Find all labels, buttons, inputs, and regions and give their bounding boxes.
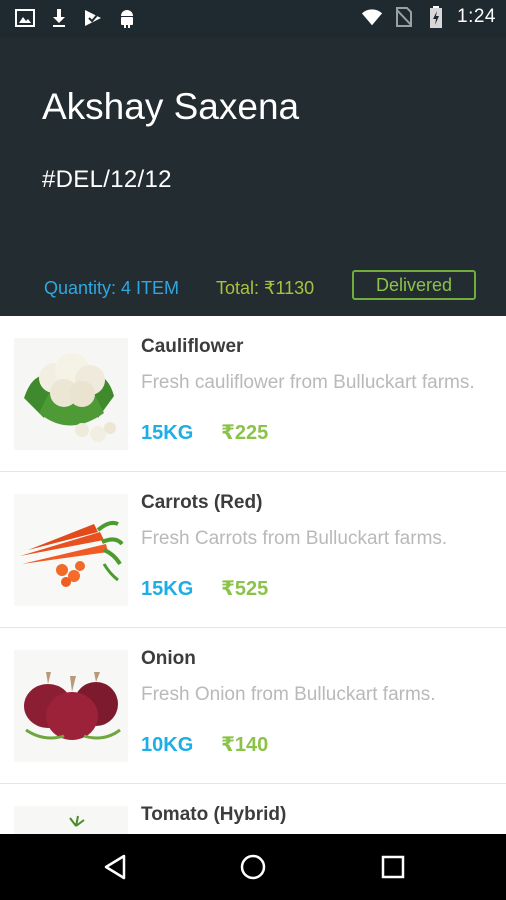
android-icon (116, 7, 138, 29)
order-total: Total: ₹1130 (216, 278, 315, 298)
item-quantity: 15KG (141, 578, 194, 600)
item-name: Carrots (Red) (141, 492, 263, 513)
list-item[interactable]: Onion Fresh Onion from Bulluckart farms.… (0, 628, 506, 784)
navigation-bar (0, 834, 506, 900)
notification-icons (14, 7, 138, 29)
order-quantity: Quantity: 4 ITEM (44, 278, 180, 298)
item-name: Onion (141, 648, 196, 669)
status-bar: 1:24 (0, 0, 506, 38)
item-description: Fresh cauliflower from Bulluckart farms. (141, 372, 475, 393)
item-name: Tomato (Hybrid) (141, 804, 287, 825)
system-icons: 1:24 (361, 6, 496, 28)
order-items-list[interactable]: Cauliflower Fresh cauliflower from Bullu… (0, 316, 506, 834)
item-price: ₹525 (221, 578, 269, 600)
list-item[interactable]: Cauliflower Fresh cauliflower from Bullu… (0, 316, 506, 472)
battery-charging-icon (425, 6, 447, 28)
item-quantity: 15KG (141, 422, 194, 444)
cauliflower-image (14, 338, 128, 450)
back-icon[interactable] (98, 850, 132, 884)
play-store-icon (82, 7, 104, 29)
wifi-icon (361, 6, 383, 28)
status-badge: Delivered (352, 270, 476, 300)
item-name: Cauliflower (141, 336, 244, 357)
item-description: Fresh Carrots from Bulluckart farms. (141, 528, 448, 549)
carrots-image (14, 494, 128, 606)
order-header: Akshay Saxena #DEL/12/12 Quantity: 4 ITE… (0, 38, 506, 316)
item-quantity: 10KG (141, 734, 194, 756)
item-description: Fresh Onion from Bulluckart farms. (141, 684, 436, 705)
recents-icon[interactable] (376, 850, 410, 884)
tomato-image (14, 806, 128, 834)
item-price: ₹225 (221, 422, 269, 444)
list-item[interactable]: Tomato (Hybrid) (0, 784, 506, 834)
item-price: ₹140 (221, 734, 269, 756)
onion-image (14, 650, 128, 762)
image-icon (14, 7, 36, 29)
clock: 1:24 (457, 6, 496, 27)
no-sim-icon (393, 6, 415, 28)
list-item[interactable]: Carrots (Red) Fresh Carrots from Bulluck… (0, 472, 506, 628)
home-icon[interactable] (236, 850, 270, 884)
customer-name: Akshay Saxena (42, 86, 300, 127)
order-id: #DEL/12/12 (42, 166, 172, 193)
download-icon (48, 7, 70, 29)
